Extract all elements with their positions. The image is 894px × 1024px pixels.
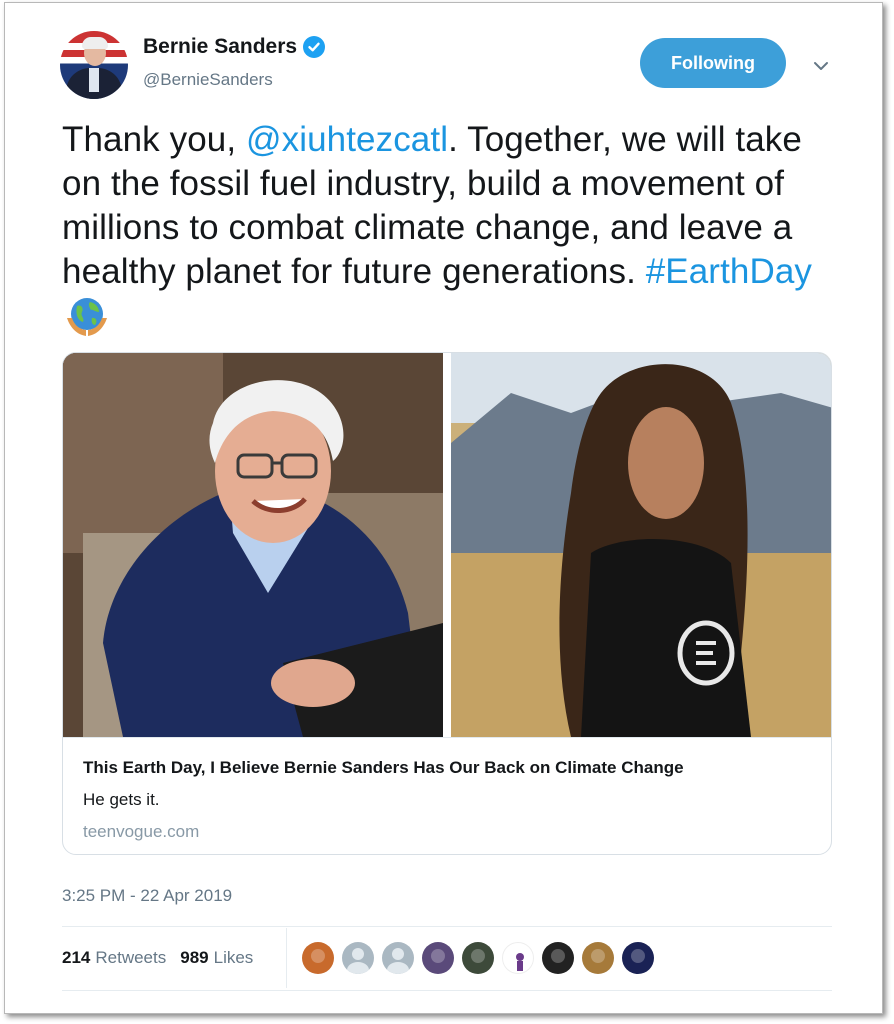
user-handle[interactable]: @BernieSanders bbox=[143, 70, 273, 90]
card-domain: teenvogue.com bbox=[83, 822, 200, 841]
mention-link[interactable]: @xiuhtezcatl bbox=[246, 120, 448, 159]
tweet-text-start: Thank you, bbox=[62, 120, 246, 159]
display-name[interactable]: Bernie Sanders bbox=[143, 35, 297, 59]
divider-top bbox=[62, 926, 832, 927]
liker-avatars bbox=[302, 942, 662, 974]
hashtag-link[interactable]: #EarthDay bbox=[646, 252, 812, 291]
likes-label[interactable]: Likes bbox=[214, 948, 254, 968]
retweets-label[interactable]: Retweets bbox=[95, 948, 166, 968]
link-card[interactable]: This Earth Day, I Believe Bernie Sanders… bbox=[62, 352, 832, 855]
tweet-text: Thank you, @xiuhtezcatl. Together, we wi… bbox=[62, 118, 842, 343]
night-sky-avatar[interactable] bbox=[622, 942, 654, 974]
card-description: He gets it. bbox=[83, 790, 160, 809]
chevron-down-icon[interactable] bbox=[810, 55, 832, 77]
profile-avatar[interactable] bbox=[60, 31, 128, 99]
user-name-row[interactable]: Bernie Sanders bbox=[143, 35, 326, 59]
bernie-sanders-photo bbox=[63, 353, 443, 737]
fist-avatar[interactable] bbox=[542, 942, 574, 974]
tweet-stats: 214 Retweets 989 Likes bbox=[62, 948, 267, 968]
person-avatar[interactable] bbox=[422, 942, 454, 974]
globe-in-hands-icon bbox=[64, 294, 110, 340]
tweet-timestamp[interactable]: 3:25 PM - 22 Apr 2019 bbox=[62, 886, 232, 906]
truck-avatar[interactable] bbox=[462, 942, 494, 974]
default-avatar[interactable] bbox=[342, 942, 374, 974]
photo-divider bbox=[443, 353, 451, 737]
card-body[interactable]: This Earth Day, I Believe Bernie Sanders… bbox=[63, 737, 831, 854]
divider-bottom bbox=[62, 990, 832, 991]
stats-separator bbox=[286, 928, 287, 988]
costume-avatar[interactable] bbox=[582, 942, 614, 974]
verified-badge-icon bbox=[303, 36, 326, 58]
xiuhtezcatl-photo bbox=[451, 353, 831, 737]
card-title[interactable]: This Earth Day, I Believe Bernie Sanders… bbox=[83, 758, 684, 778]
likes-count[interactable]: 989 bbox=[180, 948, 208, 968]
fox-avatar[interactable] bbox=[302, 942, 334, 974]
figure-avatar[interactable] bbox=[502, 942, 534, 974]
retweets-count[interactable]: 214 bbox=[62, 948, 90, 968]
default-avatar[interactable] bbox=[382, 942, 414, 974]
following-button[interactable]: Following bbox=[640, 38, 786, 88]
